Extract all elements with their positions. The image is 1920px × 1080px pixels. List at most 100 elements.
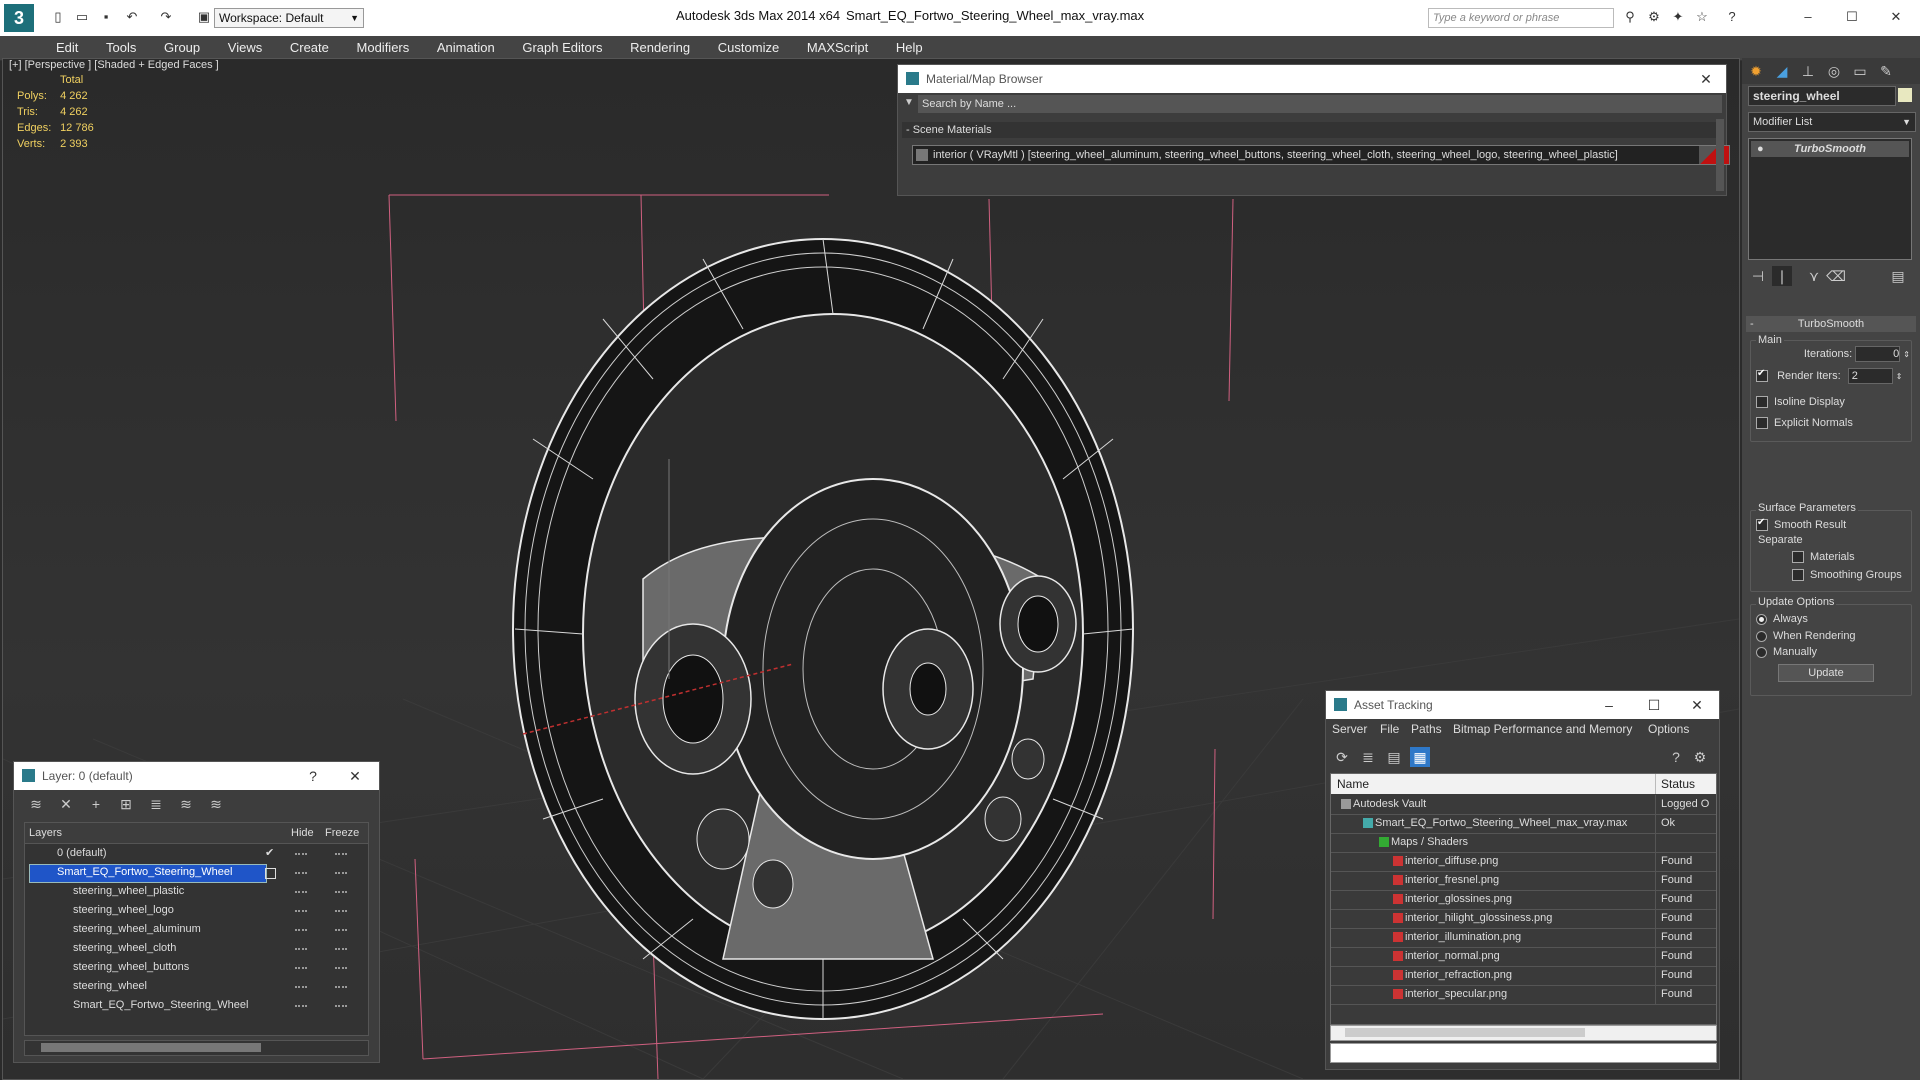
workspace-dropdown[interactable]: Workspace: Default ▼ [214,8,364,28]
material-scrollbar[interactable] [1716,119,1724,191]
freeze-toggle[interactable] [335,929,347,931]
asset-tracking-titlebar[interactable]: Asset Tracking – ☐ ✕ [1326,691,1719,719]
close-icon[interactable]: ✕ [1686,65,1726,93]
layer-row[interactable]: 0 (default) ✔ [25,844,368,863]
spinner-arrows-icon[interactable]: ⇕ [1903,350,1910,359]
search-options-icon[interactable]: ▼ [904,97,914,108]
col-name[interactable]: Name [1337,774,1369,794]
menu-server[interactable]: Server [1332,719,1367,739]
menu-maxscript[interactable]: MAXScript [795,36,880,55]
search-input[interactable]: Type a keyword or phrase [1428,8,1614,28]
menu-graph-editors[interactable]: Graph Editors [510,36,614,55]
manually-radio[interactable] [1756,646,1767,658]
layer-object-row[interactable]: steering_wheel_logo [25,901,368,920]
asset-row[interactable]: Maps / Shaders [1331,833,1716,853]
menu-edit[interactable]: Edit [44,36,90,55]
binoculars-icon[interactable]: ⚲ [1622,9,1638,25]
thumbnail-view-icon[interactable]: ▤ [1384,747,1404,767]
freeze-toggle[interactable] [335,891,347,893]
menu-tools[interactable]: Tools [94,36,148,55]
list-view-icon[interactable]: ≣ [1358,747,1378,767]
select-objects-icon[interactable]: ⊞ [116,794,136,814]
col-freeze[interactable]: Freeze [325,823,359,843]
render-iters-spinner[interactable]: 2 [1847,368,1893,384]
layer-object-row[interactable]: steering_wheel_buttons [25,958,368,977]
scene-materials-header[interactable]: - Scene Materials [902,122,1718,138]
hide-toggle[interactable] [295,891,307,893]
hide-toggle[interactable] [295,910,307,912]
col-status[interactable]: Status [1661,774,1695,794]
asset-row[interactable]: interior_hilight_glossiness.png Found [1331,909,1716,929]
always-radio[interactable] [1756,613,1767,625]
remove-modifier-icon[interactable]: ⌫ [1826,266,1846,286]
create-tab-icon[interactable]: ✹ [1746,61,1766,81]
hide-toggle[interactable] [295,967,307,969]
isoline-display-row[interactable]: Isoline Display [1756,396,1845,409]
menu-rendering[interactable]: Rendering [618,36,702,55]
always-row[interactable]: Always [1756,613,1808,625]
communication-icon[interactable]: ✦ [1670,9,1686,25]
asset-row[interactable]: Autodesk Vault Logged O [1331,795,1716,815]
freeze-all-icon[interactable]: ≋ [206,794,226,814]
material-item-interior[interactable]: interior ( VRayMtl ) [steering_wheel_alu… [912,145,1730,165]
freeze-toggle[interactable] [335,1005,347,1007]
asset-row[interactable]: interior_glossines.png Found [1331,890,1716,910]
subscription-icon[interactable]: ⚙ [1646,9,1662,25]
freeze-toggle[interactable] [335,967,347,969]
asset-row[interactable]: interior_fresnel.png Found [1331,871,1716,891]
display-tab-icon[interactable]: ▭ [1850,61,1870,81]
hide-all-icon[interactable]: ≋ [176,794,196,814]
modifier-list-dropdown[interactable]: Modifier List ▼ [1748,112,1916,132]
freeze-toggle[interactable] [335,948,347,950]
modify-tab-icon[interactable]: ◢ [1772,61,1792,81]
hide-toggle[interactable] [295,853,307,855]
smooth-result-checkbox[interactable] [1756,517,1768,532]
freeze-toggle[interactable] [335,853,347,855]
asset-row[interactable]: Smart_EQ_Fortwo_Steering_Wheel_max_vray.… [1331,814,1716,834]
layer-object-row[interactable]: steering_wheel_cloth [25,939,368,958]
asset-row[interactable]: interior_refraction.png Found [1331,966,1716,986]
hide-toggle[interactable] [295,872,307,874]
asset-row[interactable]: interior_diffuse.png Found [1331,852,1716,872]
close-icon[interactable]: ✕ [1677,691,1717,719]
menu-create[interactable]: Create [278,36,341,55]
close-icon[interactable]: ✕ [335,762,375,790]
object-name-field[interactable]: steering_wheel [1748,86,1896,106]
material-search-input[interactable]: Search by Name ... [918,95,1722,113]
freeze-toggle[interactable] [335,872,347,874]
layer-object-row[interactable]: steering_wheel_plastic [25,882,368,901]
utilities-tab-icon[interactable]: ✎ [1876,61,1896,81]
help-icon[interactable]: ? [1724,9,1740,25]
scrollbar-thumb[interactable] [41,1043,261,1052]
render-iters-checkbox[interactable] [1756,368,1768,382]
pin-stack-icon[interactable]: ⊣ [1748,266,1768,286]
asset-row[interactable]: interior_specular.png Found [1331,985,1716,1005]
isoline-display-checkbox[interactable] [1756,396,1768,409]
layer-row-selected[interactable]: Smart_EQ_Fortwo_Steering_Wheel [25,863,368,883]
scrollbar-thumb[interactable] [1345,1028,1585,1037]
layers-h-scrollbar[interactable] [24,1040,369,1056]
refresh-icon[interactable]: ⟳ [1332,747,1352,767]
highlight-layer-icon[interactable]: ≣ [146,794,166,814]
current-layer-icon[interactable] [265,868,276,879]
favorites-icon[interactable]: ☆ [1694,9,1710,25]
menu-help[interactable]: Help [884,36,935,55]
minimize-icon[interactable]: – [1589,691,1629,719]
redo-icon[interactable]: ↷ [158,9,174,25]
configure-sets-icon[interactable]: ▤ [1888,266,1908,286]
asset-row[interactable]: interior_normal.png Found [1331,947,1716,967]
when-rendering-row[interactable]: When Rendering [1756,630,1856,642]
turbosmooth-rollout-header[interactable]: - TurboSmooth [1746,316,1916,332]
light-bulb-icon[interactable]: ● [1757,141,1764,157]
motion-tab-icon[interactable]: ◎ [1824,61,1844,81]
update-button[interactable]: Update [1778,664,1874,682]
spinner-arrows-icon[interactable]: ⇕ [1896,372,1903,381]
new-file-icon[interactable]: ▯ [50,9,66,25]
explicit-normals-row[interactable]: Explicit Normals [1756,417,1853,430]
menu-paths[interactable]: Paths [1411,719,1442,739]
add-to-layer-icon[interactable]: + [86,794,106,814]
smoothing-groups-row[interactable]: Smoothing Groups [1792,569,1902,582]
hierarchy-tab-icon[interactable]: ⊥ [1798,61,1818,81]
object-color-swatch[interactable] [1898,88,1912,102]
asset-path-field[interactable] [1330,1043,1717,1063]
